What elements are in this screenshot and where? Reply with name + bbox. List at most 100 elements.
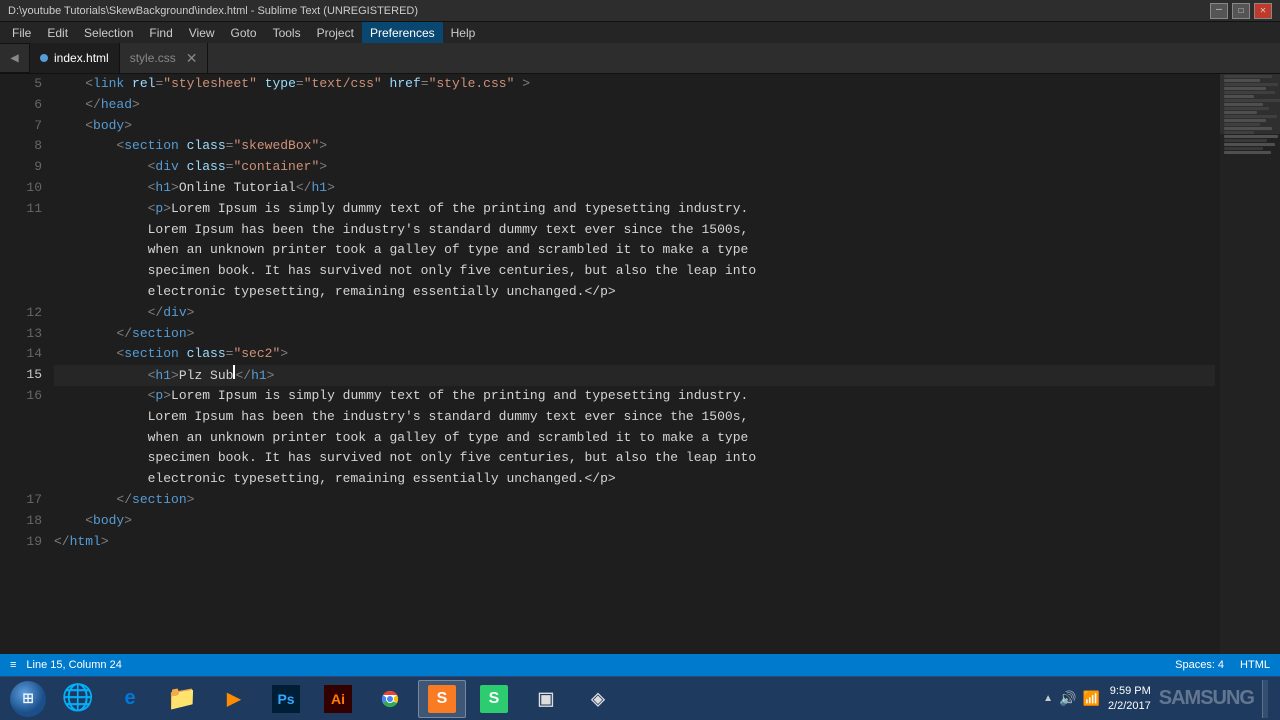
code-line: Lorem Ipsum has been the industry's stan… bbox=[54, 407, 1215, 428]
code-token: type bbox=[257, 74, 296, 95]
menu-goto[interactable]: Goto bbox=[223, 22, 265, 43]
ie-icon: 🌐 bbox=[62, 683, 94, 715]
code-token: electronic typesetting, remaining essent… bbox=[54, 469, 616, 490]
code-token: < bbox=[54, 386, 155, 407]
code-line: <link rel="stylesheet" type="text/css" h… bbox=[54, 74, 1215, 95]
taskbar-app-illustrator[interactable]: Ai bbox=[314, 680, 362, 718]
code-token: < bbox=[54, 136, 124, 157]
start-button[interactable]: ⊞ bbox=[4, 679, 52, 719]
tab-style-css[interactable]: style.css ✕ bbox=[120, 43, 209, 73]
menu-view[interactable]: View bbox=[181, 22, 223, 43]
s2-icon: S bbox=[480, 685, 508, 713]
taskbar-app-s2[interactable]: S bbox=[470, 680, 518, 718]
code-token: < bbox=[54, 366, 155, 387]
code-token: electronic typesetting, remaining essent… bbox=[54, 282, 616, 303]
code-line: specimen book. It has survived not only … bbox=[54, 448, 1215, 469]
code-token: specimen book. It has survived not only … bbox=[54, 448, 756, 469]
menu-preferences[interactable]: Preferences bbox=[362, 22, 443, 43]
code-token: when an unknown printer took a galley of… bbox=[54, 240, 748, 261]
clock-time: 9:59 PM bbox=[1108, 684, 1151, 698]
menu-help[interactable]: Help bbox=[443, 22, 484, 43]
code-line: </html> bbox=[54, 532, 1215, 553]
minimize-button[interactable]: — bbox=[1210, 3, 1228, 19]
taskbar-app-photoshop[interactable]: Ps bbox=[262, 680, 310, 718]
code-token: h1 bbox=[155, 178, 171, 199]
code-line: electronic typesetting, remaining essent… bbox=[54, 469, 1215, 490]
code-token: "skewedBox" bbox=[233, 136, 319, 157]
illustrator-icon: Ai bbox=[324, 685, 352, 713]
menu-file[interactable]: File bbox=[4, 22, 39, 43]
code-token: Lorem Ipsum is simply dummy text of the … bbox=[171, 199, 748, 220]
code-area[interactable]: <link rel="stylesheet" type="text/css" h… bbox=[50, 74, 1280, 654]
tab-nav-left[interactable]: ◀ bbox=[0, 43, 30, 73]
code-token: section bbox=[132, 324, 187, 345]
taskbar-app-edge[interactable]: e bbox=[106, 680, 154, 718]
menu-edit[interactable]: Edit bbox=[39, 22, 76, 43]
code-token: < bbox=[54, 344, 124, 365]
code-token: > bbox=[171, 366, 179, 387]
taskbar: ⊞ 🌐 e 📁 ▶ Ps Ai S bbox=[0, 676, 1280, 720]
code-token: > bbox=[163, 386, 171, 407]
tray-arrow[interactable]: ▲ bbox=[1043, 693, 1053, 704]
code-token: body bbox=[93, 511, 124, 532]
maximize-button[interactable]: ☐ bbox=[1232, 3, 1250, 19]
taskbar-app-media[interactable]: ▶ bbox=[210, 680, 258, 718]
code-line: </section> bbox=[54, 324, 1215, 345]
git-branch-icon: ≡ bbox=[10, 659, 16, 671]
edge-icon: e bbox=[114, 683, 146, 715]
code-token: class bbox=[179, 157, 226, 178]
code-token: > bbox=[171, 178, 179, 199]
code-line: <p>Lorem Ipsum is simply dummy text of t… bbox=[54, 199, 1215, 220]
menu-project[interactable]: Project bbox=[309, 22, 362, 43]
taskbar-app-app7[interactable]: ▣ bbox=[522, 680, 570, 718]
minimap-viewport[interactable] bbox=[1220, 74, 1280, 134]
code-token: div bbox=[163, 303, 186, 324]
title-controls: — ☐ ✕ bbox=[1210, 3, 1272, 19]
taskbar-app-app8[interactable]: ◈ bbox=[574, 680, 622, 718]
app7-icon: ▣ bbox=[530, 683, 562, 715]
tab-close-button[interactable]: ✕ bbox=[186, 51, 198, 65]
code-token: Lorem Ipsum is simply dummy text of the … bbox=[171, 386, 748, 407]
show-desktop-button[interactable] bbox=[1262, 680, 1268, 718]
code-token: > bbox=[187, 490, 195, 511]
menu-find[interactable]: Find bbox=[141, 22, 180, 43]
code-token: </ bbox=[54, 324, 132, 345]
status-position[interactable]: Line 15, Column 24 bbox=[26, 659, 121, 671]
status-spaces[interactable]: Spaces: 4 bbox=[1175, 659, 1224, 671]
taskbar-app-sublime[interactable]: S bbox=[418, 680, 466, 718]
system-tray: ▲ 🔊 📶 bbox=[1043, 690, 1100, 707]
code-token: </ bbox=[54, 490, 132, 511]
taskbar-app-ie[interactable]: 🌐 bbox=[54, 680, 102, 718]
menu-selection[interactable]: Selection bbox=[76, 22, 141, 43]
code-token: > bbox=[124, 116, 132, 137]
minimap bbox=[1220, 74, 1280, 654]
chrome-icon bbox=[374, 683, 406, 715]
close-button[interactable]: ✕ bbox=[1254, 3, 1272, 19]
code-token: > bbox=[319, 136, 327, 157]
code-token: > bbox=[319, 157, 327, 178]
status-left: ≡ Line 15, Column 24 bbox=[10, 659, 122, 671]
code-token: < bbox=[54, 511, 93, 532]
samsung-logo: SAMSUNG bbox=[1159, 687, 1254, 710]
status-encoding[interactable]: HTML bbox=[1240, 659, 1270, 671]
tab-index-html[interactable]: index.html bbox=[30, 43, 120, 73]
tab-modified-indicator bbox=[40, 54, 48, 62]
code-token: Lorem Ipsum has been the industry's stan… bbox=[54, 407, 748, 428]
clock[interactable]: 9:59 PM 2/2/2017 bbox=[1108, 684, 1151, 713]
code-token: > bbox=[267, 366, 275, 387]
taskbar-app-chrome[interactable] bbox=[366, 680, 414, 718]
code-line: electronic typesetting, remaining essent… bbox=[54, 282, 1215, 303]
code-token: = bbox=[421, 74, 429, 95]
code-token: > bbox=[187, 303, 195, 324]
code-line: <p>Lorem Ipsum is simply dummy text of t… bbox=[54, 386, 1215, 407]
code-token: < bbox=[54, 116, 93, 137]
code-line: </head> bbox=[54, 95, 1215, 116]
code-token: < bbox=[54, 199, 155, 220]
code-token: = bbox=[226, 344, 234, 365]
photoshop-icon: Ps bbox=[272, 685, 300, 713]
menu-tools[interactable]: Tools bbox=[265, 22, 309, 43]
code-token: href bbox=[382, 74, 421, 95]
taskbar-app-explorer[interactable]: 📁 bbox=[158, 680, 206, 718]
code-token: </ bbox=[54, 532, 70, 553]
code-token: > bbox=[187, 324, 195, 345]
